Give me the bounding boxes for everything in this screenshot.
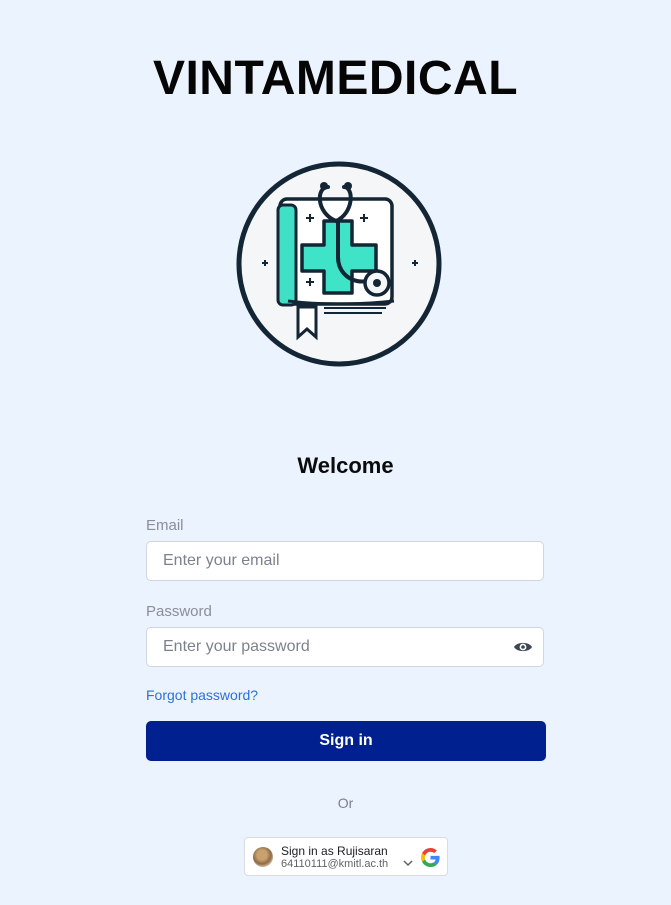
sign-in-button[interactable]: Sign in <box>146 721 546 761</box>
eye-icon[interactable] <box>513 639 533 655</box>
or-divider: Or <box>337 795 354 811</box>
forgot-password-link[interactable]: Forgot password? <box>146 686 258 704</box>
email-label: Email <box>146 517 184 534</box>
email-field[interactable] <box>147 542 493 580</box>
email-field-container <box>146 541 544 581</box>
google-g-icon <box>421 848 440 867</box>
password-label: Password <box>146 603 212 620</box>
google-sign-in-button[interactable]: Sign in as Rujisaran 64110111@kmitl.ac.t… <box>244 837 448 876</box>
chevron-down-icon <box>403 860 413 867</box>
app-title: VINTAMEDICAL <box>152 52 519 105</box>
medical-book-logo <box>236 161 442 367</box>
password-field-container <box>146 627 544 667</box>
welcome-heading: Welcome <box>297 453 394 478</box>
google-account-name: Sign in as Rujisaran <box>281 844 388 858</box>
password-field[interactable] <box>147 628 493 666</box>
avatar <box>253 847 273 867</box>
google-account-email: 64110111@kmitl.ac.th <box>281 858 389 870</box>
